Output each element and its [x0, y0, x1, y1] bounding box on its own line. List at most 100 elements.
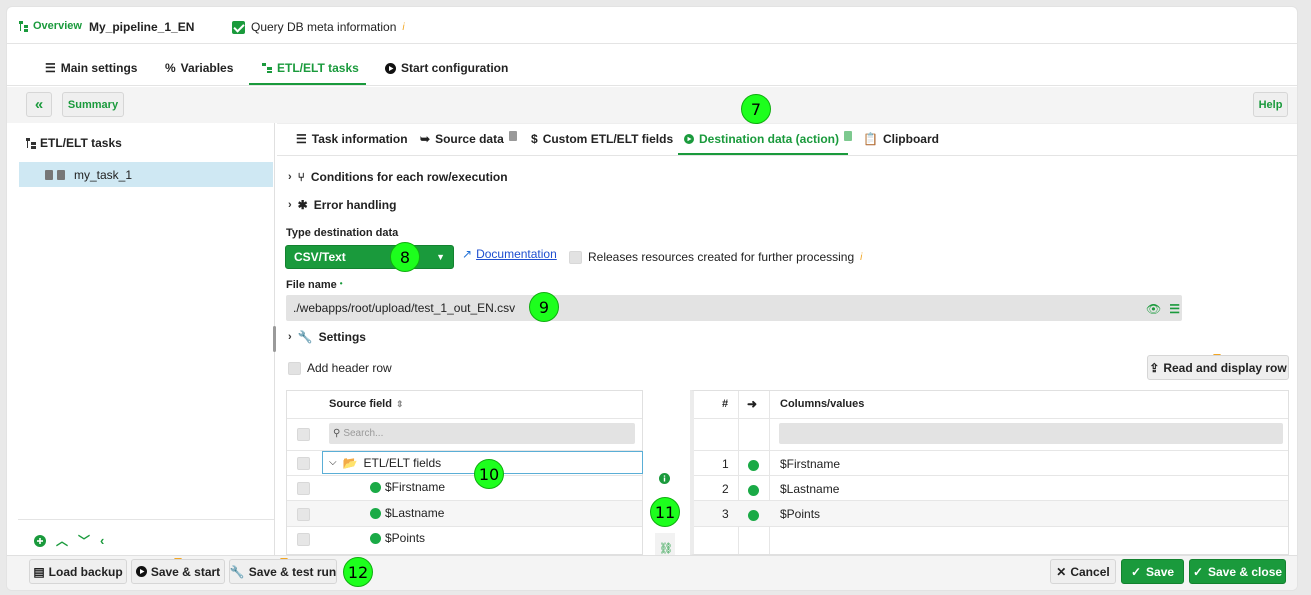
- eye-icon[interactable]: 👁: [1146, 302, 1161, 316]
- subtab-clipboard[interactable]: 📋 Clipboard: [863, 132, 939, 146]
- chevron-right-icon: ›: [288, 331, 292, 343]
- row-divider: [694, 418, 1288, 419]
- help-button[interactable]: Help: [1253, 92, 1288, 117]
- annotation-marker-8: 8: [390, 242, 420, 272]
- type-destination-select[interactable]: CSV/Text ▼: [285, 245, 454, 269]
- row-checkbox[interactable]: [297, 457, 310, 470]
- tree-icon: [19, 21, 28, 32]
- tab-label: Start configuration: [401, 61, 509, 75]
- table-row[interactable]: $Lastname: [370, 506, 444, 520]
- button-label: Read and display row: [1163, 360, 1287, 375]
- table-row[interactable]: $Firstname: [370, 480, 445, 494]
- row-checkbox[interactable]: [297, 482, 310, 495]
- checkbox-unchecked-icon: [569, 250, 582, 264]
- source-field-header[interactable]: Source field ⇕: [329, 398, 404, 410]
- subtab-label: Custom ETL/ELT fields: [542, 132, 674, 146]
- info-icon: i: [860, 251, 863, 263]
- table-row[interactable]: 2 $Lastname: [694, 476, 1288, 501]
- arrow-right-icon: ➜: [747, 397, 758, 411]
- clipboard-icon: 📋: [863, 132, 878, 146]
- chevron-down-icon[interactable]: ⌵: [329, 457, 337, 468]
- table-row[interactable]: $Points: [370, 531, 425, 545]
- sidebar-item-my-task-1[interactable]: my_task_1: [19, 162, 273, 187]
- overview-link[interactable]: Overview: [19, 20, 82, 32]
- annotation-marker-10: 10: [474, 459, 504, 489]
- annotation-marker-9: 9: [529, 292, 559, 322]
- annotation-marker-12: 12: [343, 557, 373, 587]
- table-row[interactable]: 3 $Points: [694, 501, 1288, 526]
- play-circle-icon: [135, 566, 147, 577]
- collapse-sidebar-button[interactable]: «: [26, 92, 52, 117]
- source-search-input[interactable]: ⚲ Search...: [329, 423, 635, 444]
- row-checkbox[interactable]: [297, 508, 310, 521]
- tree-icon: [262, 63, 272, 73]
- status-dot-icon: [748, 483, 759, 497]
- load-backup-button[interactable]: ▤ Load backup: [29, 559, 127, 584]
- subtab-custom-etl-fields[interactable]: $ Custom ETL/ELT fields: [531, 132, 673, 146]
- tab-label: ETL/ELT tasks: [277, 61, 359, 75]
- button-label: Save & start: [150, 564, 221, 579]
- tab-etl-elt-tasks[interactable]: ETL/ELT tasks: [262, 61, 359, 75]
- cancel-button[interactable]: ✕ Cancel: [1050, 559, 1116, 584]
- source-field-table: Source field ⇕ ⚲ Search... ⌵ 📂 ETL/ELT f…: [286, 390, 643, 555]
- file-name-input[interactable]: ./webapps/root/upload/test_1_out_EN.csv: [286, 295, 1182, 321]
- panel-resize-handle[interactable]: [273, 326, 276, 352]
- save-start-button[interactable]: Save & start: [131, 559, 225, 584]
- read-display-row-button[interactable]: ⇪ Read and display row: [1147, 355, 1289, 380]
- move-up-icon[interactable]: ︿: [56, 532, 68, 549]
- subtab-destination-data[interactable]: Destination data (action): [684, 131, 853, 146]
- selected-value: CSV/Text: [294, 250, 346, 264]
- row-number: 3: [722, 507, 729, 521]
- error-handling-section-toggle[interactable]: › ✱ Error handling: [288, 198, 396, 212]
- subtabs-divider: [277, 155, 1297, 156]
- row-divider: [287, 526, 642, 527]
- dollar-icon: $: [531, 132, 538, 146]
- info-circle-icon[interactable]: [659, 473, 670, 487]
- external-link-icon: ↗: [462, 247, 473, 261]
- row-checkbox[interactable]: [297, 533, 310, 546]
- required-mark: •: [339, 279, 343, 288]
- header-label: Source field: [329, 398, 392, 410]
- select-all-checkbox[interactable]: [297, 428, 310, 441]
- sidebar-item-label: my_task_1: [74, 167, 133, 182]
- releases-resources-checkbox[interactable]: Releases resources created for further p…: [569, 250, 862, 264]
- subtab-task-information[interactable]: ☰ Task information: [296, 132, 408, 146]
- conditions-section-toggle[interactable]: › ⑂ Conditions for each row/execution: [288, 170, 508, 184]
- move-down-icon[interactable]: ﹀: [78, 532, 90, 549]
- list-icon: ☰: [45, 61, 56, 75]
- info-icon: i: [402, 21, 405, 33]
- search-placeholder: Search...: [343, 428, 384, 439]
- tab-start-configuration[interactable]: Start configuration: [385, 61, 508, 75]
- save-test-run-button[interactable]: 🔧 Save & test run: [229, 559, 337, 584]
- chevron-left-icon[interactable]: ‹: [100, 533, 104, 548]
- sidebar-title: ETL/ELT tasks: [26, 136, 122, 150]
- subtab-source-data[interactable]: ➥ Source data: [420, 131, 517, 146]
- field-name: $Lastname: [385, 506, 445, 520]
- save-close-button[interactable]: ✓ Save & close: [1189, 559, 1286, 584]
- summary-button[interactable]: Summary: [62, 92, 124, 117]
- link-icon[interactable]: ⛓: [659, 542, 673, 555]
- row-divider: [287, 418, 642, 419]
- chevron-down-icon: ▼: [436, 252, 445, 262]
- bug-icon: ✱: [297, 198, 308, 212]
- save-button[interactable]: ✓ Save: [1121, 559, 1184, 584]
- menu-icon[interactable]: ☰: [1169, 302, 1180, 316]
- add-header-row-checkbox[interactable]: Add header row: [288, 361, 392, 375]
- tab-main-settings[interactable]: ☰ Main settings: [45, 61, 137, 75]
- check-icon: ✓: [1130, 564, 1142, 579]
- table-row[interactable]: 1 $Firstname: [694, 451, 1288, 476]
- document-icon: [508, 131, 517, 141]
- tab-label: Variables: [180, 61, 234, 75]
- query-db-label: Query DB meta information: [251, 20, 397, 34]
- annotation-marker-11: 11: [650, 497, 680, 527]
- row-divider: [287, 475, 642, 476]
- documentation-link[interactable]: ↗ Documentation: [462, 247, 557, 261]
- add-circle-icon[interactable]: [34, 534, 46, 547]
- type-destination-label: Type destination data: [286, 227, 399, 239]
- section-label: Error handling: [313, 198, 397, 212]
- settings-section-toggle[interactable]: › 🔧 Settings: [288, 330, 366, 344]
- query-db-checkbox[interactable]: Query DB meta information i: [232, 20, 405, 34]
- tab-variables[interactable]: % Variables: [165, 61, 233, 75]
- columns-filter-input[interactable]: [779, 423, 1283, 444]
- row-background: [287, 501, 642, 526]
